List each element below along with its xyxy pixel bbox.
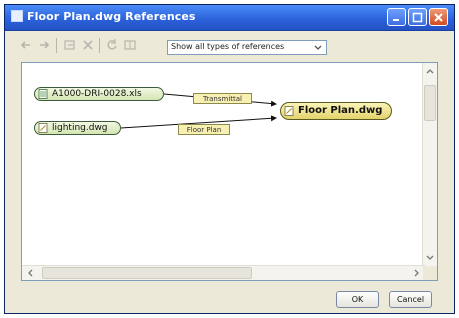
references-dialog: Floor Plan.dwg References Show all types… <box>4 4 455 314</box>
close-icon <box>434 13 443 22</box>
node-lighting[interactable]: lighting.dwg <box>34 121 121 135</box>
layout-icon <box>124 40 136 50</box>
app-icon <box>11 10 23 22</box>
forward-button[interactable] <box>37 38 51 52</box>
scroll-left-icon <box>28 269 33 277</box>
remove-icon <box>83 40 93 50</box>
spreadsheet-file-icon <box>38 89 48 99</box>
cancel-button[interactable]: Cancel <box>389 291 432 308</box>
forward-arrow-icon <box>40 41 50 49</box>
node-xls[interactable]: A1000-DRI-0028.xls <box>34 87 164 101</box>
drawing-file-icon <box>38 123 48 133</box>
maximize-icon <box>412 12 423 23</box>
node-label: lighting.dwg <box>52 123 108 133</box>
edit-path-icon <box>64 40 75 50</box>
reference-type-value: Show all types of references <box>171 42 285 51</box>
scroll-right-icon <box>414 269 419 277</box>
edge-label-floor-plan: Floor Plan <box>178 124 230 135</box>
scrollbar-corner <box>423 266 437 280</box>
reference-type-select[interactable]: Show all types of references <box>167 40 327 55</box>
maximize-button[interactable] <box>408 8 427 26</box>
scroll-up-icon <box>426 69 434 74</box>
toolbar-separator <box>99 38 100 53</box>
minimize-button[interactable] <box>387 8 406 26</box>
remove-reference-button[interactable] <box>81 38 95 52</box>
toolbar-separator <box>56 38 57 53</box>
refresh-button[interactable] <box>105 38 119 52</box>
horizontal-scrollbar[interactable] <box>22 265 425 280</box>
ok-button[interactable]: OK <box>336 291 379 308</box>
refresh-icon <box>107 39 117 50</box>
vertical-scrollbar[interactable] <box>422 63 437 266</box>
reference-graph-canvas[interactable]: A1000-DRI-0028.xls lighting.dwg Floor Pl… <box>21 62 438 281</box>
node-label: A1000-DRI-0028.xls <box>52 89 142 99</box>
node-main-drawing[interactable]: Floor Plan.dwg <box>280 102 392 120</box>
close-button[interactable] <box>429 8 448 26</box>
scroll-down-icon <box>426 255 434 260</box>
minimize-icon <box>393 19 399 21</box>
back-button[interactable] <box>19 38 33 52</box>
node-label: Floor Plan.dwg <box>298 105 383 116</box>
back-arrow-icon <box>20 41 30 49</box>
toolbar: Show all types of references <box>15 35 445 57</box>
edit-path-button[interactable] <box>63 38 77 52</box>
window-title: Floor Plan.dwg References <box>27 10 196 23</box>
chevron-down-icon <box>314 45 322 50</box>
layout-button[interactable] <box>123 38 137 52</box>
edge-label-transmittal: Transmittal <box>193 93 252 104</box>
drawing-file-icon <box>284 106 294 116</box>
title-bar[interactable]: Floor Plan.dwg References <box>5 5 454 31</box>
vertical-scroll-thumb[interactable] <box>424 85 436 121</box>
horizontal-scroll-thumb[interactable] <box>42 267 252 279</box>
